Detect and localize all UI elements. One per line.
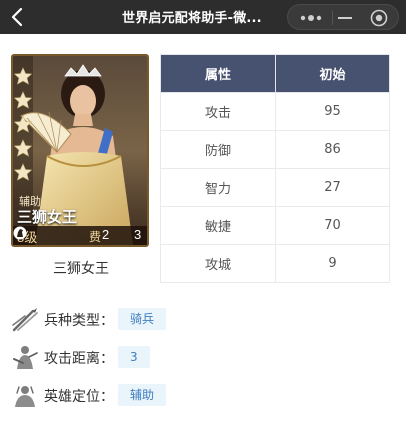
attribute-name: 攻击 (160, 92, 276, 131)
close-target-icon[interactable] (370, 9, 388, 27)
hero-name-on-card: 三狮女王 (17, 209, 78, 226)
attack-range-icon (13, 346, 38, 369)
table-header-row: 属性 初始 (160, 54, 390, 93)
mini-program-capsule (287, 4, 399, 30)
attribute-value: 9 (275, 244, 390, 283)
hero-card[interactable]: 辅助 三狮女王 8级 费 2 3 (11, 54, 149, 247)
hero-role-label: 英雄定位： (44, 389, 114, 405)
page-title: 世界启元配将助手-微... (122, 11, 262, 26)
unit-value: 3 (134, 227, 142, 242)
minimize-icon[interactable] (338, 17, 352, 19)
cost-value: 2 (102, 227, 110, 242)
table-row: 智力 27 (160, 168, 390, 207)
attribute-value: 27 (275, 168, 390, 207)
attribute-value: 95 (275, 92, 390, 131)
troop-type-label: 兵种类型： (44, 313, 114, 329)
attack-range-tag: 3 (118, 346, 150, 368)
table-row: 敏捷 70 (160, 206, 390, 245)
troop-type-icon (12, 308, 38, 332)
attack-range-row: 攻击距离： 3 (11, 342, 311, 372)
hero-role-icon (15, 386, 35, 407)
attribute-value: 70 (275, 206, 390, 245)
capsule-divider (332, 11, 333, 25)
table-row: 防御 86 (160, 130, 390, 169)
attribute-name: 防御 (160, 130, 276, 169)
table-row: 攻城 9 (160, 244, 390, 283)
attribute-name: 敏捷 (160, 206, 276, 245)
attribute-value: 86 (275, 130, 390, 169)
hero-role-tag: 辅助 (118, 384, 167, 406)
cavalry-horse-icon (13, 226, 27, 240)
more-icon[interactable] (300, 15, 322, 21)
hero-role-row: 英雄定位： 辅助 (11, 380, 311, 410)
troop-type-tag: 骑兵 (118, 308, 167, 330)
attribute-name: 攻城 (160, 244, 276, 283)
back-icon[interactable] (6, 4, 30, 30)
attack-range-label: 攻击距离： (44, 351, 114, 367)
troop-type-row: 兵种类型： 骑兵 (11, 304, 311, 334)
hero-card-footer: 8级 费 2 3 (13, 226, 147, 245)
attribute-name: 智力 (160, 168, 276, 207)
attribute-table: 属性 初始 攻击 95 防御 86 智力 27 敏捷 70 攻城 9 (160, 54, 390, 283)
table-row: 攻击 95 (160, 92, 390, 131)
column-header-initial: 初始 (275, 54, 390, 93)
column-header-attribute: 属性 (160, 54, 276, 93)
cost-label: 费 (89, 230, 102, 244)
nav-bar: 世界启元配将助手-微... (0, 0, 406, 34)
hero-caption: 三狮女王 (53, 261, 109, 277)
